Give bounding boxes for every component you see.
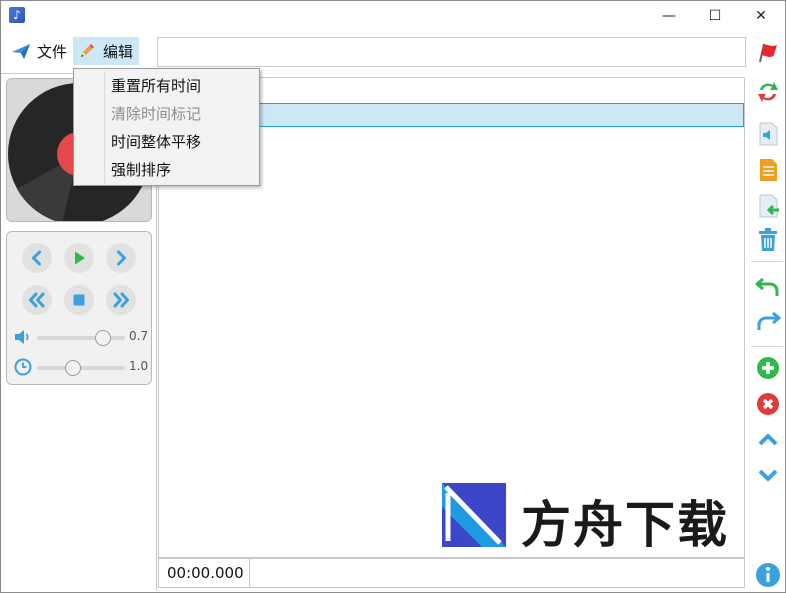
minimize-button[interactable]: — bbox=[646, 1, 692, 31]
menu-item-force-sort[interactable]: 强制排序 bbox=[76, 157, 257, 183]
speed-slider-thumb[interactable] bbox=[65, 360, 81, 376]
pencil-icon bbox=[81, 44, 94, 57]
maximize-button[interactable]: ☐ bbox=[692, 1, 738, 31]
toolbar-separator bbox=[751, 346, 783, 347]
play-icon bbox=[75, 251, 85, 265]
close-button[interactable]: ✕ bbox=[738, 1, 784, 31]
right-toolbar bbox=[749, 73, 785, 591]
audio-file-icon[interactable] bbox=[753, 119, 783, 149]
watermark-text: 方舟下载 bbox=[521, 496, 729, 554]
speed-slider-row: 1.0 bbox=[13, 357, 149, 377]
fast-forward-button[interactable] bbox=[106, 285, 136, 315]
chevron-right-icon bbox=[117, 250, 126, 266]
paper-plane-icon bbox=[12, 44, 30, 59]
volume-value: 0.7 bbox=[129, 329, 149, 343]
menu-item-reset-all-times[interactable]: 重置所有时间 bbox=[76, 73, 257, 99]
watermark-logo bbox=[442, 483, 506, 547]
playback-controls: 0.7 1.0 bbox=[6, 231, 152, 385]
status-bar: 00:00.000 bbox=[158, 558, 745, 588]
menu-item-clear-time-marks[interactable]: 清除时间标记 bbox=[76, 101, 257, 127]
previous-button[interactable] bbox=[22, 243, 52, 273]
move-up-icon[interactable] bbox=[753, 425, 783, 455]
menu-item-shift-all-times[interactable]: 时间整体平移 bbox=[76, 129, 257, 155]
speaker-icon bbox=[15, 330, 29, 344]
stop-button[interactable] bbox=[64, 285, 94, 315]
speed-value: 1.0 bbox=[129, 359, 149, 373]
menu-bar: 文件 编辑 bbox=[1, 35, 151, 67]
app-window: ♪ — ☐ ✕ 文件 编辑 0.7 1.0 00:00.000 方舟下载 重置所… bbox=[0, 0, 786, 593]
stop-icon bbox=[73, 294, 85, 306]
play-button[interactable] bbox=[64, 243, 94, 273]
current-time: 00:00.000 bbox=[159, 559, 250, 587]
music-note-icon: ♪ bbox=[9, 7, 25, 23]
move-down-icon[interactable] bbox=[753, 460, 783, 490]
url-input[interactable] bbox=[157, 37, 746, 67]
undo-icon[interactable] bbox=[753, 271, 783, 301]
redo-icon[interactable] bbox=[753, 305, 783, 335]
double-chevron-left-icon bbox=[29, 292, 45, 308]
menu-file[interactable]: 文件 bbox=[7, 37, 71, 65]
chevron-left-icon bbox=[32, 250, 41, 266]
next-button[interactable] bbox=[106, 243, 136, 273]
menu-file-label: 文件 bbox=[37, 42, 68, 61]
remove-icon[interactable] bbox=[753, 389, 783, 419]
toolbar-separator bbox=[751, 261, 783, 262]
add-icon[interactable] bbox=[753, 353, 783, 383]
document-icon[interactable] bbox=[753, 155, 783, 185]
menu-edit[interactable]: 编辑 bbox=[73, 37, 139, 65]
edit-menu-dropdown: 重置所有时间 清除时间标记 时间整体平移 强制排序 bbox=[73, 68, 260, 186]
flag-icon[interactable] bbox=[755, 39, 781, 65]
volume-slider-thumb[interactable] bbox=[95, 330, 111, 346]
refresh-icon[interactable] bbox=[753, 77, 783, 107]
info-icon[interactable] bbox=[753, 560, 783, 590]
trash-icon[interactable] bbox=[753, 225, 783, 255]
double-chevron-right-icon bbox=[113, 292, 129, 308]
title-bar: ♪ — ☐ ✕ bbox=[1, 1, 785, 31]
rewind-button[interactable] bbox=[22, 285, 52, 315]
clock-icon bbox=[14, 358, 32, 376]
menu-edit-label: 编辑 bbox=[103, 42, 134, 61]
volume-slider-row: 0.7 bbox=[13, 327, 149, 347]
speed-slider[interactable] bbox=[37, 366, 125, 370]
import-file-icon[interactable] bbox=[753, 191, 783, 221]
volume-slider[interactable] bbox=[37, 336, 125, 340]
